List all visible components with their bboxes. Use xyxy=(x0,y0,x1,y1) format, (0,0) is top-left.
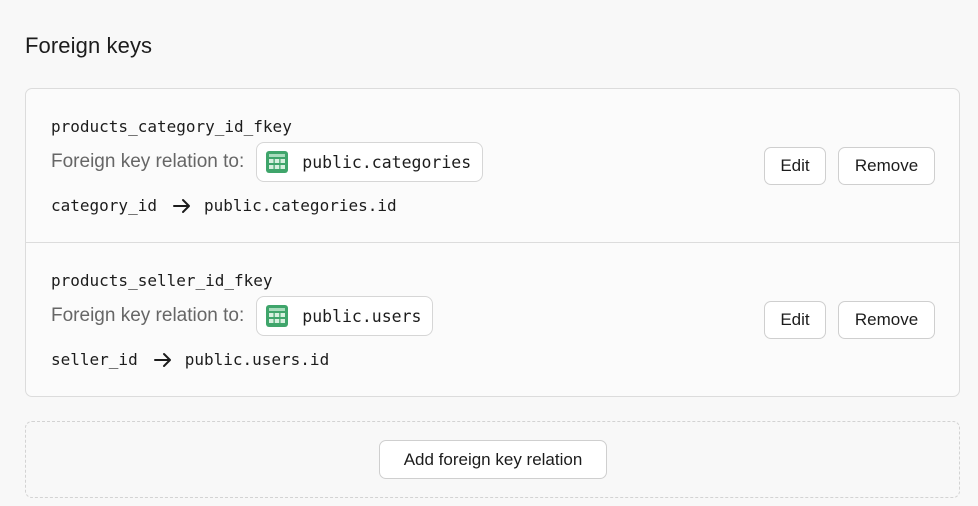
edit-button[interactable]: Edit xyxy=(764,301,826,339)
target-column: public.categories.id xyxy=(203,196,397,215)
foreign-keys-list: products_category_id_fkey Foreign key re… xyxy=(25,88,960,397)
relation-label: Foreign key relation to: xyxy=(51,305,245,326)
relation-label: Foreign key relation to: xyxy=(51,151,245,172)
source-column: seller_id xyxy=(51,350,138,369)
add-foreign-key-button[interactable]: Add foreign key relation xyxy=(379,440,607,479)
target-table-name: public.categories xyxy=(302,152,472,172)
relation-line: Foreign key relation to: public.categori… xyxy=(51,142,484,182)
foreign-key-name: products_category_id_fkey xyxy=(51,117,292,136)
table-grid-icon xyxy=(266,305,289,327)
foreign-key-row: products_category_id_fkey Foreign key re… xyxy=(26,89,959,243)
arrow-right-icon xyxy=(172,198,190,213)
section-title: Foreign keys xyxy=(25,33,153,58)
foreign-key-name: products_seller_id_fkey xyxy=(51,271,273,290)
remove-button[interactable]: Remove xyxy=(838,147,935,185)
target-column: public.users.id xyxy=(184,350,330,369)
relation-line: Foreign key relation to: public.users xyxy=(51,296,434,336)
column-mapping: seller_id public.users.id xyxy=(51,350,329,369)
column-mapping: category_id public.categories.id xyxy=(51,196,397,215)
foreign-key-row: products_seller_id_fkey Foreign key rela… xyxy=(26,243,959,397)
target-table-pill[interactable]: public.categories xyxy=(256,142,484,182)
edit-button[interactable]: Edit xyxy=(764,147,826,185)
add-relation-area: Add foreign key relation xyxy=(25,421,960,498)
table-grid-icon xyxy=(266,151,289,173)
source-column: category_id xyxy=(51,196,157,215)
target-table-pill[interactable]: public.users xyxy=(256,296,434,336)
remove-button[interactable]: Remove xyxy=(838,301,935,339)
arrow-right-icon xyxy=(153,352,171,367)
target-table-name: public.users xyxy=(302,306,422,326)
